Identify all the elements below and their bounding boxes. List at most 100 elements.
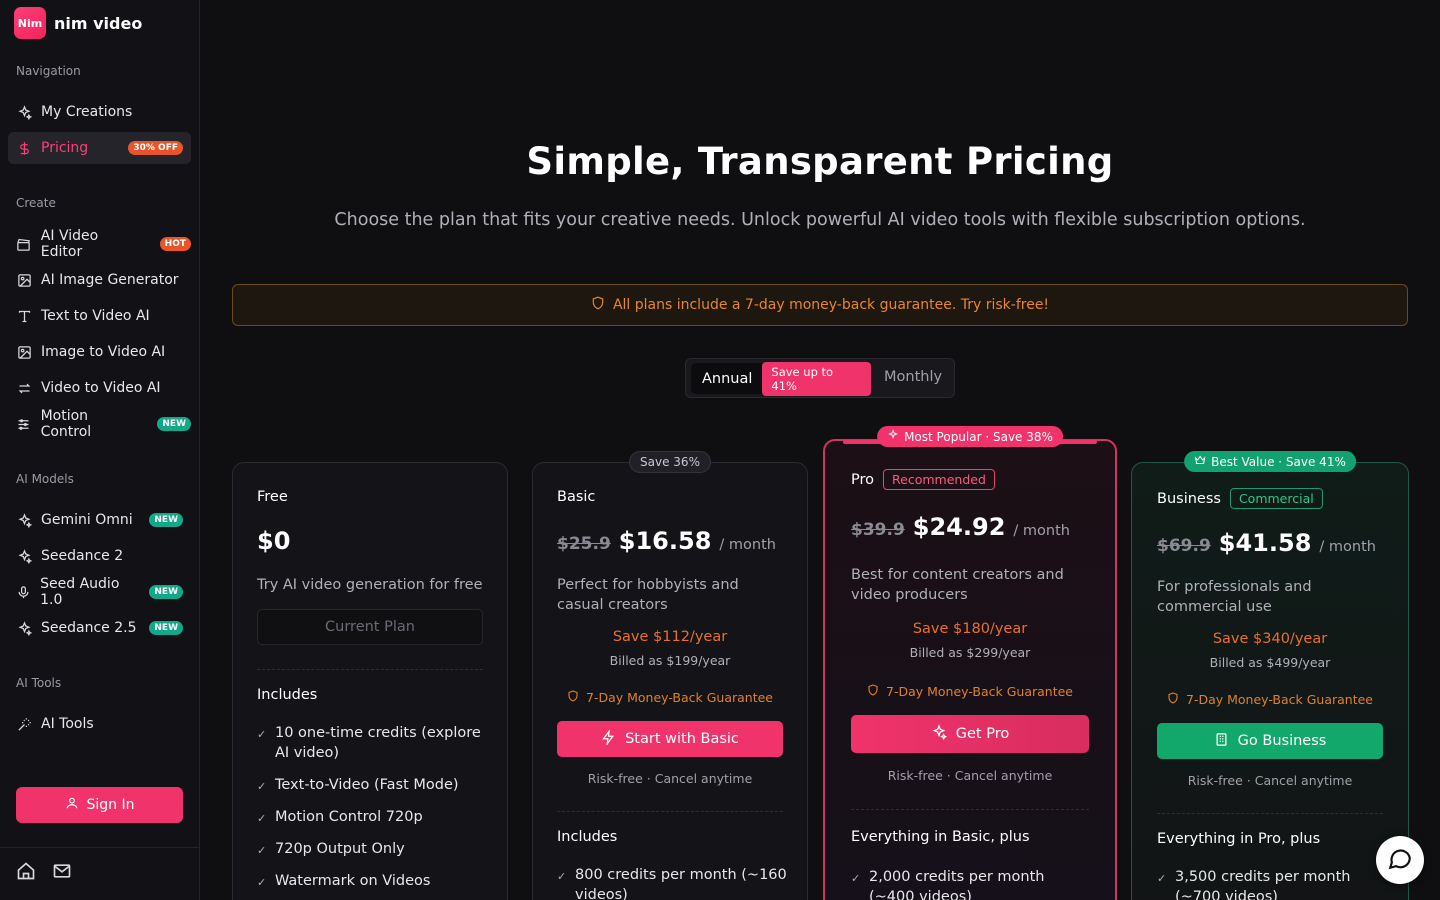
risk-free-note: Risk-free · Cancel anytime — [887, 768, 1053, 783]
zap-icon — [601, 728, 616, 749]
divider — [257, 669, 483, 670]
toggle-monthly[interactable]: Monthly — [884, 369, 942, 385]
sidebar-item-ai-image-generator[interactable]: AI Image Generator — [8, 264, 191, 296]
guarantee-banner: All plans include a 7-day money-back gua… — [232, 284, 1408, 326]
sidebar-item-ai-video-editor[interactable]: AI Video Editor HOT — [8, 228, 191, 260]
sidebar-item-pricing[interactable]: Pricing 30% OFF — [8, 132, 191, 164]
guarantee-text: 7-Day Money-Back Guarantee — [1186, 692, 1373, 707]
sign-in-label: Sign In — [86, 797, 135, 813]
includes-heading: Includes — [557, 829, 618, 845]
sidebar-item-label: Seed Audio 1.0 — [40, 576, 120, 608]
guarantee-text: 7-Day Money-Back Guarantee — [586, 690, 773, 705]
building-icon — [1214, 732, 1229, 751]
toggle-annual[interactable]: Annual Save up to 41% — [691, 361, 871, 396]
price-current: $41.58 — [1218, 529, 1312, 557]
sparkles-icon — [887, 429, 899, 444]
feature-item: Motion Control 720p — [257, 807, 487, 829]
price-original: $39.9 — [851, 520, 905, 540]
button-label: Get Pro — [955, 726, 1010, 742]
button-label: Go Business — [1237, 733, 1327, 749]
plan-description: Perfect for hobbyists and casual creator… — [557, 577, 739, 613]
get-pro-button[interactable]: Get Pro — [851, 715, 1089, 753]
annual-savings: Save $340/year — [1212, 631, 1328, 647]
page-title: Simple, Transparent Pricing — [526, 140, 1114, 183]
mic-icon — [16, 584, 31, 600]
sidebar-item-motion-control[interactable]: Motion Control NEW — [8, 408, 191, 440]
section-label-navigation: Navigation — [16, 64, 81, 78]
sidebar-item-text-to-video[interactable]: Text to Video AI — [8, 300, 191, 332]
billing-toggle: Annual Save up to 41% Monthly — [685, 358, 955, 398]
sidebar-item-label: AI Image Generator — [41, 272, 179, 288]
sidebar-item-my-creations[interactable]: My Creations — [8, 96, 191, 128]
sparkles-icon — [16, 512, 32, 528]
sidebar-item-label: Text to Video AI — [41, 308, 150, 324]
swap-icon — [16, 380, 32, 396]
sidebar-item-label: Video to Video AI — [41, 380, 161, 396]
home-icon[interactable] — [16, 861, 36, 881]
plan-name: Free — [257, 489, 288, 505]
recommended-pill: Recommended — [883, 469, 995, 490]
sidebar-item-video-to-video[interactable]: Video to Video AI — [8, 372, 191, 404]
sidebar-item-seedance-2[interactable]: Seedance 2 — [8, 540, 191, 572]
plan-price: $25.9 $16.58 / month — [557, 527, 776, 555]
clapperboard-icon — [16, 236, 32, 252]
sparkles-icon — [16, 620, 32, 636]
hot-badge: HOT — [159, 237, 191, 251]
sidebar-footer — [0, 847, 200, 900]
sidebar-item-label: Seedance 2.5 — [41, 620, 137, 636]
price-original: $69.9 — [1157, 536, 1211, 556]
feature-item: 2,000 credits per month (~400 videos) — [851, 867, 1091, 900]
toggle-annual-label: Annual — [702, 370, 753, 387]
sidebar-item-ai-tools[interactable]: AI Tools — [8, 708, 191, 740]
best-value-badge: Best Value · Save 41% — [1184, 451, 1356, 472]
annual-savings: Save $180/year — [912, 621, 1028, 637]
sidebar-item-seedance-2-5[interactable]: Seedance 2.5 NEW — [8, 612, 191, 644]
current-plan-button[interactable]: Current Plan — [257, 609, 483, 645]
plan-name: Business Commercial — [1157, 488, 1323, 509]
section-label-create: Create — [16, 196, 56, 210]
money-back-guarantee: 7-Day Money-Back Guarantee — [1157, 692, 1383, 707]
shield-icon — [567, 690, 579, 705]
price-current: $0 — [257, 527, 291, 555]
feature-item: 720p Output Only — [257, 839, 487, 861]
money-back-guarantee: 7-Day Money-Back Guarantee — [851, 684, 1089, 699]
brand-logo[interactable]: Nim nim video — [14, 7, 142, 39]
sparkles-icon — [16, 548, 32, 564]
billed-amount: Billed as $499/year — [1209, 655, 1331, 670]
new-badge: NEW — [149, 621, 183, 635]
includes-heading: Includes — [257, 687, 318, 703]
sidebar-item-gemini-omni[interactable]: Gemini Omni NEW — [8, 504, 191, 536]
feature-item: 800 credits per month (~160 videos) — [557, 865, 787, 900]
new-badge: NEW — [149, 585, 183, 599]
sidebar-item-label: AI Video Editor — [40, 228, 99, 260]
mail-icon[interactable] — [52, 861, 72, 881]
sidebar: Nim nim video Navigation My Creations Pr… — [0, 0, 200, 900]
badge-label: Most Popular · Save 38% — [904, 429, 1053, 444]
billed-amount: Billed as $199/year — [609, 653, 731, 668]
sign-in-button[interactable]: Sign In — [16, 787, 183, 823]
go-business-button[interactable]: Go Business — [1157, 723, 1383, 759]
new-badge: NEW — [149, 513, 183, 527]
includes-heading: Everything in Pro, plus — [1157, 831, 1321, 847]
plan-description: For professionals and commercial use — [1157, 579, 1312, 615]
price-period: / month — [719, 537, 776, 553]
plan-card-basic: Save 36% Basic $25.9 $16.58 / month Perf… — [532, 451, 808, 900]
sidebar-item-label: Gemini Omni — [41, 512, 133, 528]
button-label: Start with Basic — [625, 731, 739, 747]
shield-icon — [867, 684, 879, 699]
feature-item: 10 one-time credits (explore AI video) — [257, 723, 487, 763]
chat-support-button[interactable] — [1376, 836, 1424, 884]
plan-name: Pro Recommended — [851, 469, 995, 490]
sidebar-item-label: Motion Control — [40, 408, 92, 440]
risk-free-note: Risk-free · Cancel anytime — [1187, 773, 1353, 788]
risk-free-note: Risk-free · Cancel anytime — [587, 771, 753, 786]
sidebar-item-seed-audio[interactable]: Seed Audio 1.0 NEW — [8, 576, 191, 608]
plan-name-label: Pro — [851, 471, 875, 488]
start-with-basic-button[interactable]: Start with Basic — [557, 721, 783, 757]
includes-heading: Everything in Basic, plus — [851, 829, 1030, 845]
sidebar-item-image-to-video[interactable]: Image to Video AI — [8, 336, 191, 368]
guarantee-banner-text: All plans include a 7-day money-back gua… — [612, 297, 1050, 313]
shield-icon — [591, 296, 605, 314]
plan-name: Basic — [557, 489, 596, 505]
most-popular-badge: Most Popular · Save 38% — [877, 426, 1063, 447]
